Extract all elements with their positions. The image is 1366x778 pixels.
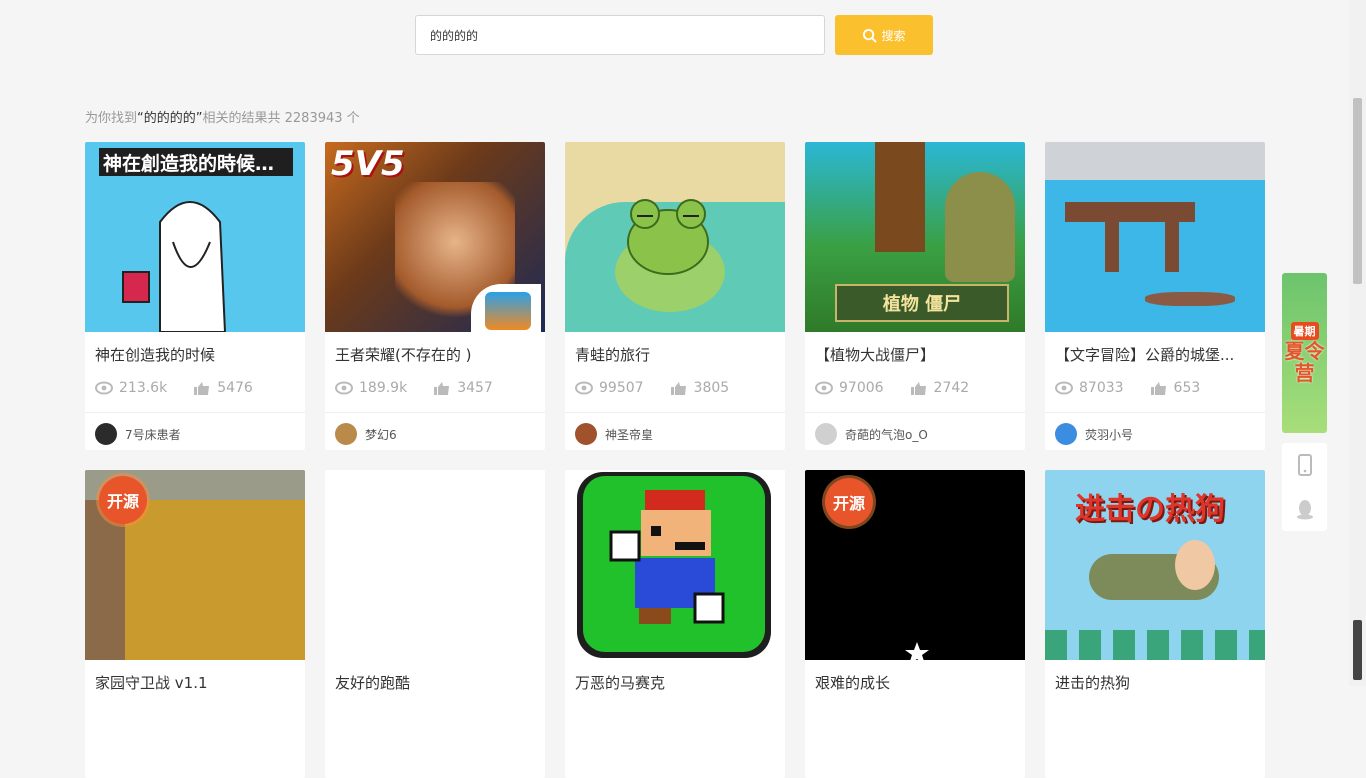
eye-icon — [815, 381, 833, 395]
game-title[interactable]: 【文字冒险】公爵的城堡... — [1045, 332, 1265, 366]
scrollbar-marker — [1353, 620, 1362, 680]
game-stats: 87033 653 — [1045, 366, 1265, 400]
author-row[interactable]: 荧羽小号 — [1045, 413, 1265, 450]
promo-label: 夏令营 — [1284, 339, 1325, 385]
open-source-badge: 开源 — [825, 478, 873, 526]
result-keyword: “的的的的” — [137, 111, 203, 126]
mobile-phone-icon[interactable] — [1295, 454, 1315, 476]
like-count: 3805 — [693, 380, 730, 396]
page-scrollbar[interactable] — [1349, 0, 1366, 686]
search-bar: 搜索 — [415, 15, 933, 55]
game-grid: 神在創造我的時候… 神在创造我的时候 213.6k 5476 7号床患者 5V5… — [85, 142, 1265, 778]
game-card[interactable]: 万恶的马赛克 — [565, 470, 785, 778]
qq-icon[interactable] — [1295, 498, 1315, 520]
game-card[interactable]: 植物 僵尸 【植物大战僵尸】 97006 2742 奇葩的气泡o_O — [805, 142, 1025, 450]
game-title[interactable]: 【植物大战僵尸】 — [805, 332, 1025, 366]
view-count: 97006 — [839, 380, 884, 396]
view-count: 99507 — [599, 380, 644, 396]
scrollbar-thumb[interactable] — [1353, 98, 1362, 284]
side-float-bar: 暑期 夏令营 — [1282, 273, 1327, 531]
game-thumbnail[interactable]: 进击の热狗 — [1045, 470, 1265, 660]
game-card[interactable]: 开源 艰难的成长 — [805, 470, 1025, 778]
game-title[interactable]: 王者荣耀(不存在的 ) — [325, 332, 545, 366]
game-title[interactable]: 万恶的马赛克 — [565, 660, 785, 694]
avatar — [335, 423, 357, 445]
author-row[interactable]: 奇葩的气泡o_O — [805, 413, 1025, 450]
search-input[interactable] — [415, 15, 825, 55]
eye-icon — [575, 381, 593, 395]
game-thumbnail[interactable]: 神在創造我的時候… — [85, 142, 305, 332]
author-name: 荧羽小号 — [1085, 427, 1134, 442]
view-count: 87033 — [1079, 380, 1124, 396]
author-row[interactable]: 梦幻6 — [325, 413, 545, 450]
mario-icon — [609, 490, 725, 624]
game-thumbnail[interactable] — [325, 470, 545, 660]
open-source-badge: 开源 — [99, 476, 147, 524]
game-stats: 213.6k 5476 — [85, 366, 305, 400]
game-title[interactable]: 进击的热狗 — [1045, 660, 1265, 694]
thumbs-up-icon — [194, 382, 210, 395]
game-card[interactable]: 5V5 王者荣耀(不存在的 ) 189.9k 3457 梦幻6 — [325, 142, 545, 450]
thumbs-up-icon — [434, 382, 450, 395]
game-stats: 189.9k 3457 — [325, 366, 545, 400]
game-thumbnail[interactable] — [565, 142, 785, 332]
drawing-icon — [122, 201, 227, 332]
avatar — [575, 423, 597, 445]
game-card[interactable]: 开源 家园守卫战 v1.1 — [85, 470, 305, 778]
author-row[interactable]: 神圣帝皇 — [565, 413, 785, 450]
game-title[interactable]: 神在创造我的时候 — [85, 332, 305, 366]
game-stats: 97006 2742 — [805, 366, 1025, 400]
game-thumbnail[interactable] — [565, 470, 785, 660]
avatar — [95, 423, 117, 445]
game-card[interactable]: 【文字冒险】公爵的城堡... 87033 653 荧羽小号 — [1045, 142, 1265, 450]
thumbs-up-icon — [1150, 382, 1166, 395]
view-count: 213.6k — [119, 380, 168, 396]
game-thumbnail[interactable]: 开源 — [85, 470, 305, 660]
thumb-caption: 神在創造我的時候… — [99, 148, 293, 176]
like-count: 2742 — [933, 380, 970, 396]
author-name: 奇葩的气泡o_O — [845, 427, 928, 442]
search-button-label: 搜索 — [881, 28, 906, 43]
game-thumbnail[interactable] — [1045, 142, 1265, 332]
eye-icon — [1055, 381, 1073, 395]
like-count: 653 — [1173, 380, 1201, 396]
game-thumbnail[interactable]: 开源 — [805, 470, 1025, 660]
author-name: 7号床患者 — [125, 427, 181, 442]
result-summary: 为你找到“的的的的”相关的结果共 2283943 个 — [85, 111, 360, 126]
thumb-caption: 5V5 — [331, 144, 405, 184]
game-title[interactable]: 艰难的成长 — [805, 660, 1025, 694]
eye-icon — [335, 381, 353, 395]
summer-camp-banner[interactable]: 暑期 夏令营 — [1282, 273, 1327, 433]
game-card[interactable]: 神在創造我的時候… 神在创造我的时候 213.6k 5476 7号床患者 — [85, 142, 305, 450]
thumbs-up-icon — [670, 382, 686, 395]
tencent-logo-icon — [485, 292, 531, 330]
game-thumbnail[interactable]: 植物 僵尸 — [805, 142, 1025, 332]
thumb-caption: 进击の热狗 — [1075, 492, 1225, 527]
thumb-caption: 植物 僵尸 — [835, 284, 1009, 322]
game-thumbnail[interactable]: 5V5 — [325, 142, 545, 332]
avatar — [1055, 423, 1077, 445]
game-card[interactable]: 友好的跑酷 — [325, 470, 545, 778]
game-stats: 99507 3805 — [565, 366, 785, 400]
thumbs-up-icon — [910, 382, 926, 395]
promo-tag: 暑期 — [1290, 322, 1319, 340]
game-title[interactable]: 青蛙的旅行 — [565, 332, 785, 366]
search-button[interactable]: 搜索 — [835, 15, 933, 55]
game-card[interactable]: 进击の热狗 进击的热狗 — [1045, 470, 1265, 778]
star-icon — [905, 642, 929, 660]
author-row[interactable]: 7号床患者 — [85, 413, 305, 450]
view-count: 189.9k — [359, 380, 408, 396]
author-name: 梦幻6 — [365, 427, 397, 442]
eye-icon — [95, 381, 113, 395]
like-count: 5476 — [217, 380, 253, 396]
frog-icon — [627, 199, 709, 275]
avatar — [815, 423, 837, 445]
side-buttons — [1282, 443, 1327, 531]
game-card[interactable]: 青蛙的旅行 99507 3805 神圣帝皇 — [565, 142, 785, 450]
like-count: 3457 — [457, 380, 493, 396]
search-icon — [863, 28, 878, 43]
game-title[interactable]: 友好的跑酷 — [325, 660, 545, 694]
game-title[interactable]: 家园守卫战 v1.1 — [85, 660, 305, 694]
author-name: 神圣帝皇 — [605, 427, 654, 442]
